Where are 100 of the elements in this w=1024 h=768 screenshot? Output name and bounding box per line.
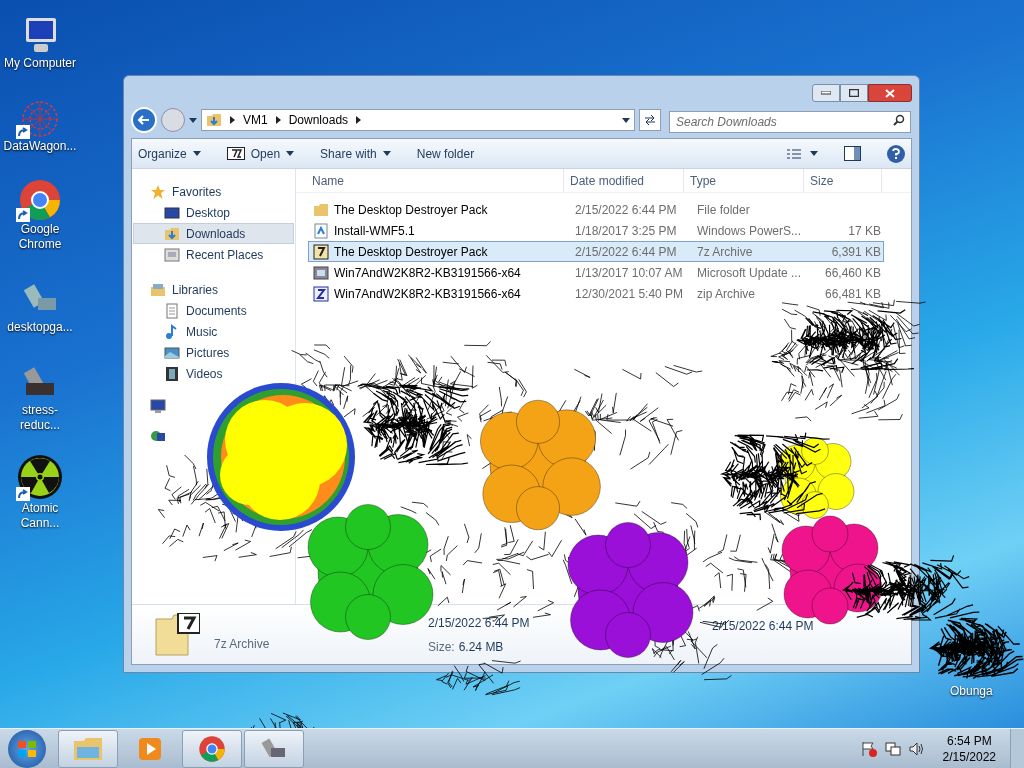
file-name: Win7AndW2K8R2-KB3191566-x64 xyxy=(334,285,521,303)
date-cell-text: 2/15/2022 6:44 PM xyxy=(574,243,678,261)
breadcrumb-item[interactable]: VM1 xyxy=(243,111,268,129)
close-button[interactable] xyxy=(868,84,912,102)
film-icon xyxy=(164,365,180,382)
caret-icon xyxy=(622,117,630,123)
clock-date[interactable]: 2/15/2022 xyxy=(942,748,996,765)
file-row[interactable]: The Desktop Destroyer Pack 2/15/2022 6:44 PM 7z Archive 6,391 KB xyxy=(308,241,884,262)
view-options-button[interactable] xyxy=(786,147,818,160)
desktop-icon-label[interactable]: DataWagon... xyxy=(3,139,77,154)
library-icon xyxy=(150,281,166,298)
play-icon xyxy=(137,735,163,762)
windows-logo-icon xyxy=(17,739,37,758)
speaker-icon xyxy=(908,740,925,757)
nav-group-label[interactable]: Libraries xyxy=(172,280,219,299)
search-icon xyxy=(893,114,905,126)
star-icon xyxy=(150,183,166,200)
chrome-icon xyxy=(18,178,62,222)
caret-icon xyxy=(810,151,818,156)
desktop-icon-label[interactable]: desktopga... xyxy=(7,320,73,335)
script-file-icon xyxy=(313,222,329,239)
file-row[interactable]: Install-WMF5.1 1/18/2017 3:25 PM Windows PowerS... 17 KB xyxy=(308,220,884,241)
type-cell-text: File folder xyxy=(696,201,751,219)
file-name: The Desktop Destroyer Pack xyxy=(334,243,488,261)
installer-icon xyxy=(313,264,329,281)
toolbar-button[interactable]: Open xyxy=(226,144,295,163)
desktop-icon-label[interactable]: Google Chrome xyxy=(2,222,78,252)
monitor-icon xyxy=(164,204,180,221)
type-cell-text: Microsoft Update ... xyxy=(696,264,803,282)
type-cell-text: 7z Archive xyxy=(696,243,754,261)
minimize-icon xyxy=(821,91,831,95)
archive-file-icon xyxy=(154,612,200,657)
picture-icon xyxy=(164,344,180,361)
archive-icon xyxy=(313,243,329,260)
document-icon xyxy=(164,302,180,319)
file-row[interactable]: The Desktop Destroyer Pack 2/15/2022 6:44 PM File folder xyxy=(308,199,884,220)
view-list-icon xyxy=(786,147,802,160)
help-button[interactable] xyxy=(887,144,905,163)
caret-icon xyxy=(189,117,197,123)
chrome-icon xyxy=(198,734,226,763)
network-icon xyxy=(884,740,901,757)
folder-icon xyxy=(313,201,329,218)
file-type-text: 7z Archive xyxy=(214,635,271,653)
folder-icon xyxy=(206,112,222,128)
desktop-icon-label[interactable]: Atomic Cann... xyxy=(2,501,78,531)
start-button[interactable] xyxy=(8,729,46,768)
desktop-icon-label[interactable]: My Computer xyxy=(4,56,76,71)
radiation-icon xyxy=(16,453,64,501)
file-row[interactable]: Win7AndW2K8R2-KB3191566-x64 1/13/2017 10:07 AM Microsoft Update ... 66,460 KB xyxy=(308,262,884,283)
maximize-icon xyxy=(849,89,859,97)
preview-pane-icon xyxy=(844,146,861,161)
nav-item[interactable]: Desktop xyxy=(133,202,294,223)
desktop-icon-label[interactable]: stress-reduc... xyxy=(2,403,78,433)
toolbar-button[interactable]: Organize xyxy=(138,144,201,163)
refresh-button[interactable] xyxy=(639,109,661,131)
back-button[interactable] xyxy=(131,107,157,133)
refresh-icon xyxy=(643,114,657,126)
file-name: The Desktop Destroyer Pack xyxy=(334,201,488,219)
maximize-button[interactable] xyxy=(840,84,868,102)
breadcrumb-arrow-icon xyxy=(275,116,281,124)
date-cell-text: 2/15/2022 6:44 PM xyxy=(574,201,678,219)
file-name: Win7AndW2K8R2-KB3191566-x64 xyxy=(334,264,521,282)
file-row[interactable]: Win7AndW2K8R2-KB3191566-x64 12/30/2021 5:40 PM zip Archive 66,481 KB xyxy=(308,283,884,304)
nav-item[interactable]: Documents xyxy=(133,300,294,321)
address-bar[interactable]: VM1 Downloads xyxy=(201,109,635,131)
date-cell-text: 12/30/2021 5:40 PM xyxy=(574,285,685,303)
taskbar-app-button[interactable] xyxy=(244,729,304,768)
column-header[interactable]: Type xyxy=(684,169,804,192)
file-name: Install-WMF5.1 xyxy=(334,222,415,240)
column-header[interactable]: Date modified xyxy=(564,169,684,192)
preview-pane-button[interactable] xyxy=(844,146,861,161)
breadcrumb-item[interactable]: Downloads xyxy=(288,111,349,129)
nav-item[interactable]: Videos xyxy=(133,363,294,384)
nav-item[interactable]: Recent Places xyxy=(133,244,294,265)
breadcrumb-arrow-icon xyxy=(356,116,362,124)
size-text: 6.24 MB xyxy=(458,638,504,656)
size-cell-text: 6,391 KB xyxy=(830,243,881,261)
recent-places-icon xyxy=(164,246,180,263)
action-center-flag-icon xyxy=(860,740,877,757)
toolbar-button[interactable]: New folder xyxy=(416,144,475,163)
search-field[interactable]: Search Downloads xyxy=(669,111,911,133)
toolbar-button[interactable]: Share with xyxy=(320,144,391,163)
modified-date-text: 2/15/2022 6:44 PM xyxy=(428,614,531,632)
column-header[interactable]: Size xyxy=(804,169,882,192)
folder-icon xyxy=(164,225,180,242)
nav-item[interactable]: Pictures xyxy=(133,342,294,363)
archive-icon xyxy=(313,285,329,302)
close-icon xyxy=(885,88,895,98)
help-icon xyxy=(892,148,900,159)
computer-icon xyxy=(150,398,166,414)
nav-item[interactable]: Music xyxy=(133,321,294,342)
nav-item[interactable]: Downloads xyxy=(133,223,294,244)
folder-icon xyxy=(73,735,103,762)
date-cell-text: 1/18/2017 3:25 PM xyxy=(574,222,678,240)
clock-time[interactable]: 6:54 PM xyxy=(946,732,992,749)
size-label: Size: xyxy=(428,638,455,656)
nav-group-label[interactable]: Favorites xyxy=(172,182,222,201)
column-header[interactable]: Name xyxy=(296,169,564,192)
size-cell-text: 17 KB xyxy=(847,222,881,240)
taskbar-app-button[interactable] xyxy=(182,729,242,768)
